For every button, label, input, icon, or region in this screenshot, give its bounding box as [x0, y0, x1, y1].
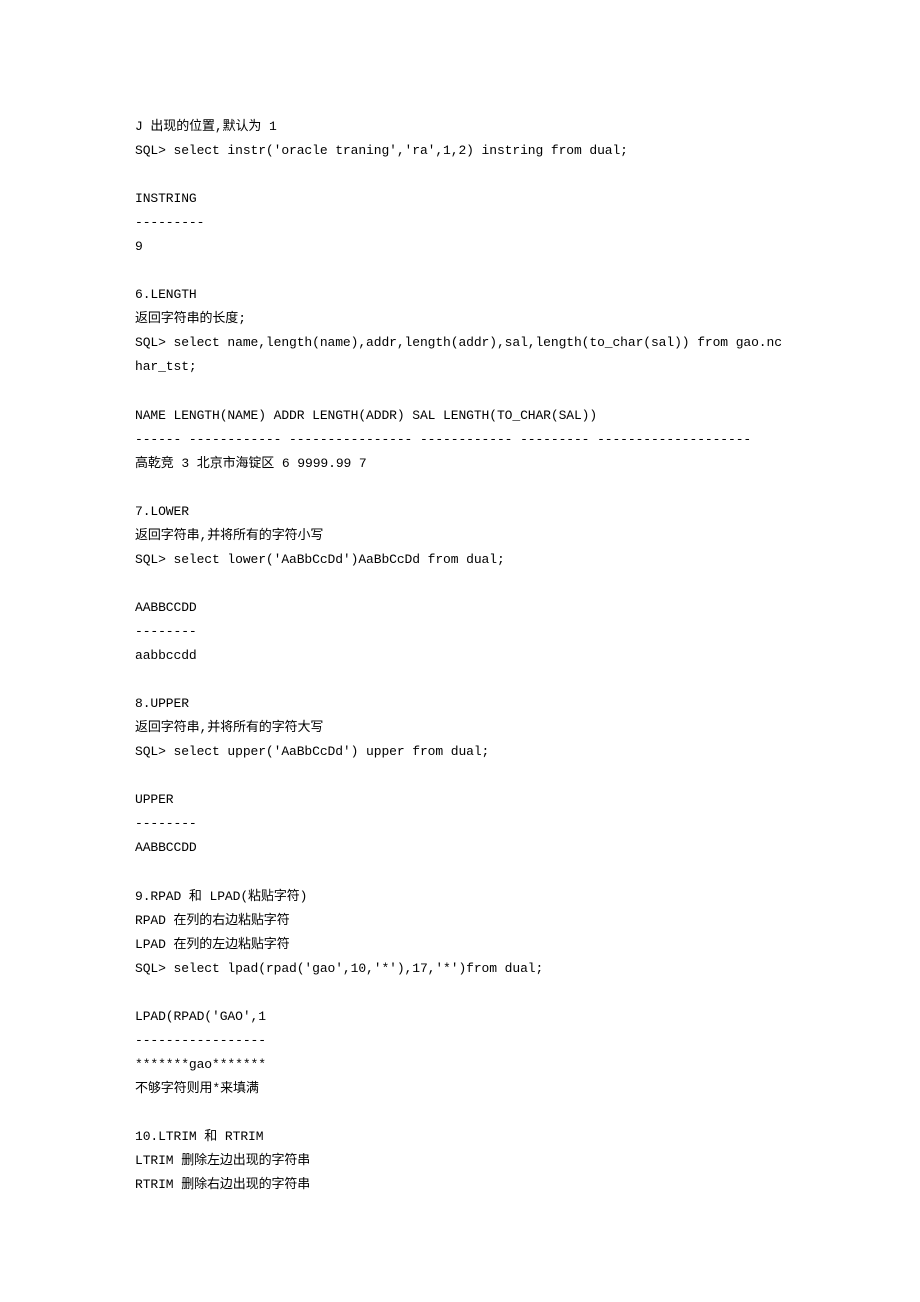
text-line: INSTRING	[135, 187, 785, 211]
text-line: LTRIM 删除左边出现的字符串	[135, 1149, 785, 1173]
blank-line	[135, 1101, 785, 1125]
text-line: aabbccdd	[135, 644, 785, 668]
text-line: 6.LENGTH	[135, 283, 785, 307]
text-line: J 出现的位置,默认为 1	[135, 115, 785, 139]
text-line: AABBCCDD	[135, 836, 785, 860]
document-page: J 出现的位置,默认为 1 SQL> select instr('oracle …	[0, 0, 920, 1302]
text-line: RPAD 在列的右边粘贴字符	[135, 909, 785, 933]
text-line: 返回字符串,并将所有的字符大写	[135, 716, 785, 740]
text-line: --------	[135, 812, 785, 836]
text-line: SQL> select name,length(name),addr,lengt…	[135, 331, 785, 379]
blank-line	[135, 981, 785, 1005]
blank-line	[135, 476, 785, 500]
text-line: NAME LENGTH(NAME) ADDR LENGTH(ADDR) SAL …	[135, 404, 785, 428]
text-line: 9	[135, 235, 785, 259]
blank-line	[135, 380, 785, 404]
text-line: LPAD(RPAD('GAO',1	[135, 1005, 785, 1029]
text-line: SQL> select lower('AaBbCcDd')AaBbCcDd fr…	[135, 548, 785, 572]
text-line: LPAD 在列的左边粘贴字符	[135, 933, 785, 957]
text-line: SQL> select instr('oracle traning','ra',…	[135, 139, 785, 163]
text-line: RTRIM 删除右边出现的字符串	[135, 1173, 785, 1197]
text-line: 不够字符则用*来填满	[135, 1077, 785, 1101]
text-line: 返回字符串,并将所有的字符小写	[135, 524, 785, 548]
blank-line	[135, 259, 785, 283]
text-line: --------	[135, 620, 785, 644]
text-line: 9.RPAD 和 LPAD(粘贴字符)	[135, 885, 785, 909]
text-line: SQL> select upper('AaBbCcDd') upper from…	[135, 740, 785, 764]
blank-line	[135, 163, 785, 187]
blank-line	[135, 764, 785, 788]
blank-line	[135, 572, 785, 596]
text-line: UPPER	[135, 788, 785, 812]
text-line: 高乾竞 3 北京市海锭区 6 9999.99 7	[135, 452, 785, 476]
blank-line	[135, 668, 785, 692]
text-line: -----------------	[135, 1029, 785, 1053]
text-line: AABBCCDD	[135, 596, 785, 620]
text-line: 7.LOWER	[135, 500, 785, 524]
blank-line	[135, 860, 785, 884]
text-line: 8.UPPER	[135, 692, 785, 716]
text-line: 10.LTRIM 和 RTRIM	[135, 1125, 785, 1149]
text-line: SQL> select lpad(rpad('gao',10,'*'),17,'…	[135, 957, 785, 981]
text-line: *******gao*******	[135, 1053, 785, 1077]
text-line: ---------	[135, 211, 785, 235]
text-line: 返回字符串的长度;	[135, 307, 785, 331]
text-line: ------ ------------ ---------------- ---…	[135, 428, 785, 452]
